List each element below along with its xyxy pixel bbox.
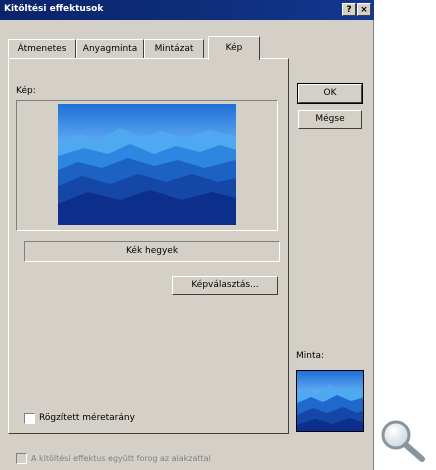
close-button[interactable]: × bbox=[357, 3, 371, 16]
picture-preview bbox=[16, 100, 278, 231]
tab-pattern[interactable]: Mintázat bbox=[144, 39, 204, 59]
title-bar: Kitöltési effektusok ? × bbox=[0, 0, 374, 20]
lock-aspect-checkbox[interactable] bbox=[24, 413, 35, 424]
rotate-with-shape-label: A kitöltési effektus együtt forog az ala… bbox=[31, 454, 211, 463]
help-button[interactable]: ? bbox=[342, 3, 356, 16]
picture-label: Kép: bbox=[16, 86, 36, 96]
ok-button[interactable]: OK bbox=[297, 83, 363, 104]
sample-mountains-image bbox=[297, 371, 363, 431]
zoom-icon[interactable] bbox=[378, 418, 428, 464]
lock-aspect-label: Rögzített méretarány bbox=[39, 413, 135, 423]
dialog-title: Kitöltési effektusok bbox=[4, 4, 104, 14]
tab-gradient[interactable]: Átmenetes bbox=[8, 39, 76, 59]
sample-label: Minta: bbox=[296, 351, 325, 361]
cancel-button[interactable]: Mégse bbox=[298, 110, 362, 129]
sample-preview bbox=[296, 370, 364, 432]
select-picture-button[interactable]: Képválasztás... bbox=[172, 276, 278, 295]
tab-picture[interactable]: Kép bbox=[208, 36, 260, 60]
tab-texture[interactable]: Anyagminta bbox=[76, 39, 144, 59]
fill-effects-dialog: Kitöltési effektusok ? × Átmenetes Anyag… bbox=[0, 0, 374, 470]
picture-name-field: Kék hegyek bbox=[24, 241, 280, 262]
rotate-with-shape-checkbox[interactable] bbox=[16, 453, 27, 464]
mountains-image bbox=[58, 104, 236, 225]
